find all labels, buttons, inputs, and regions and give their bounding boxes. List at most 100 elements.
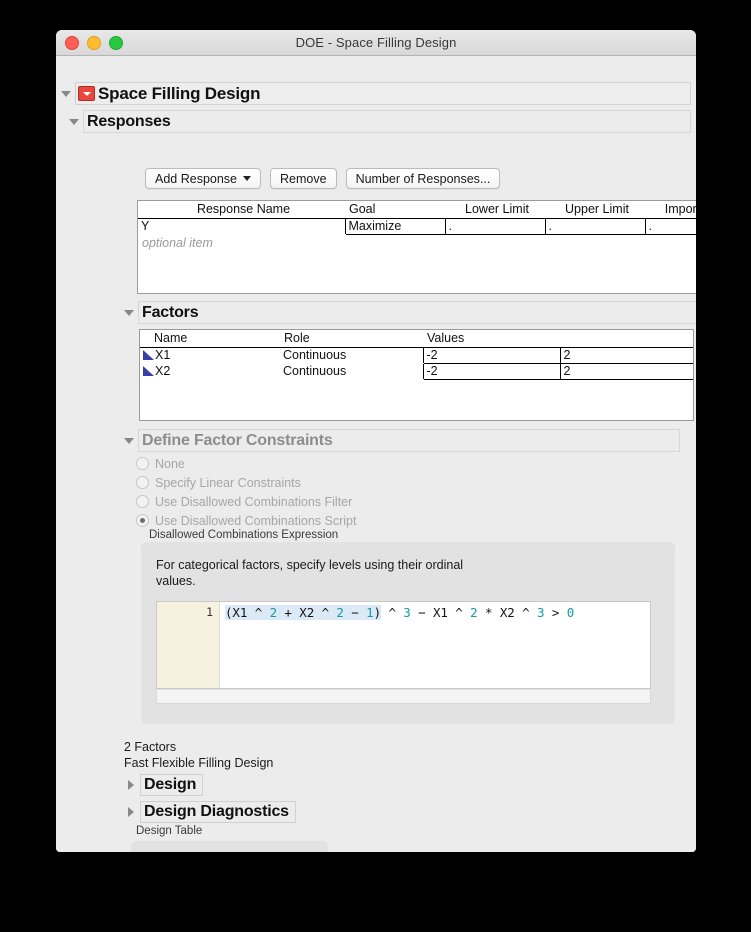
col-factor-name[interactable]: Name [140, 330, 280, 348]
radio-option-none[interactable]: None [136, 454, 356, 473]
responses-disclosure-icon[interactable] [69, 118, 79, 125]
radio-option-disallowed-filter[interactable]: Use Disallowed Combinations Filter [136, 492, 356, 511]
constraint-options-group: None Specify Linear Constraints Use Disa… [136, 454, 356, 530]
factors-title: Factors [142, 303, 199, 321]
factors-grid: Name Role Values X1 Continuous -2 2 X2 C… [140, 330, 693, 380]
factors-table[interactable]: Name Role Values X1 Continuous -2 2 X2 C… [139, 329, 694, 421]
add-response-button[interactable]: Add Response [145, 168, 262, 189]
response-importance-cell[interactable]: . [644, 218, 696, 235]
radio-option-linear-constraints[interactable]: Specify Linear Constraints [136, 473, 356, 492]
table-row[interactable]: Y Maximize . . . [138, 218, 696, 235]
code-token: 2 [262, 605, 285, 620]
design-table-group [131, 841, 328, 852]
remove-response-button[interactable]: Remove [270, 168, 337, 189]
radio-button-linear-constraints[interactable] [136, 476, 149, 489]
design-diagnostics-section-header[interactable]: Design Diagnostics [128, 801, 296, 823]
window-titlebar: DOE - Space Filling Design [56, 30, 696, 56]
minimize-button[interactable] [87, 36, 101, 50]
table-row[interactable]: X2 Continuous -2 2 [140, 363, 693, 380]
diagnostics-band[interactable]: Design Diagnostics [140, 801, 296, 823]
factor-name-cell-1[interactable]: X1 [140, 347, 280, 363]
factor-role-cell-1[interactable]: Continuous [280, 347, 423, 363]
number-of-responses-button[interactable]: Number of Responses... [345, 168, 501, 189]
continuous-factor-icon [143, 350, 154, 360]
code-token: * X2 ^ [477, 605, 537, 620]
zoom-button[interactable] [109, 36, 123, 50]
factor-name-cell-2[interactable]: X2 [140, 363, 280, 379]
code-token: (X1 [225, 605, 255, 620]
code-token: ) [373, 605, 382, 620]
line-number-gutter: 1 [157, 602, 220, 688]
factors-band: Factors [138, 301, 696, 324]
code-token: 0 [566, 605, 575, 620]
col-goal[interactable]: Goal [345, 201, 445, 219]
code-token: ^ [321, 605, 329, 620]
col-factor-values[interactable]: Values [423, 330, 693, 348]
design-band[interactable]: Design [140, 774, 204, 796]
radio-label-none: None [155, 456, 185, 471]
factors-header-row: Name Role Values [140, 330, 693, 348]
diagnostics-title: Design Diagnostics [144, 803, 289, 820]
window-controls [65, 36, 123, 50]
number-of-responses-label: Number of Responses... [355, 171, 491, 186]
radio-option-disallowed-script[interactable]: Use Disallowed Combinations Script [136, 511, 356, 530]
expression-code-line[interactable]: (X1 ^ 2 + X2 ^ 2 − 1) ^ 3 − X1 ^ 2 * X2 … [220, 602, 650, 688]
code-token: 2 [470, 605, 478, 620]
factor-low-cell-1[interactable]: -2 [422, 347, 560, 364]
code-token: ^ [381, 605, 404, 620]
col-response-name[interactable]: Response Name [138, 201, 345, 219]
factor-name-label-2: X2 [155, 364, 171, 378]
design-disclosure-icon[interactable] [128, 780, 134, 790]
table-row[interactable]: X1 Continuous -2 2 [140, 347, 693, 364]
radio-button-disallowed-filter[interactable] [136, 495, 149, 508]
factor-high-cell-2[interactable]: 2 [559, 363, 693, 380]
factor-high-cell-1[interactable]: 2 [559, 347, 693, 364]
factor-role-cell-2[interactable]: Continuous [280, 363, 423, 379]
page-title: Space Filling Design [98, 83, 261, 103]
constraints-band: Define Factor Constraints [138, 429, 680, 452]
window-title: DOE - Space Filling Design [295, 35, 457, 50]
design-title: Design [144, 776, 197, 793]
factors-disclosure-icon[interactable] [124, 309, 134, 316]
define-factor-constraints-header: Define Factor Constraints [124, 429, 680, 452]
factors-section-header: Factors [124, 301, 696, 324]
red-popup-menu-icon[interactable] [78, 86, 95, 101]
col-upper-limit[interactable]: Upper Limit [545, 201, 645, 219]
responses-band: Responses [83, 110, 691, 133]
design-section-header[interactable]: Design [128, 774, 204, 796]
factor-name-label-1: X1 [155, 348, 171, 362]
editor-horizontal-scrollbar[interactable] [156, 690, 651, 704]
space-filling-design-band: Space Filling Design [75, 82, 691, 105]
script-editor[interactable]: 1 (X1 ^ 2 + X2 ^ 2 − 1) ^ 3 − X1 ^ 2 * X… [156, 601, 651, 689]
optional-item-row[interactable]: optional item [138, 234, 696, 251]
code-token: 2 [329, 605, 352, 620]
response-name-cell[interactable]: Y [138, 218, 345, 234]
add-response-label: Add Response [155, 171, 238, 186]
close-button[interactable] [65, 36, 79, 50]
disclosure-triangle-open-icon[interactable] [61, 90, 71, 97]
radio-button-disallowed-script[interactable] [136, 514, 149, 527]
remove-label: Remove [280, 171, 327, 186]
constraints-title: Define Factor Constraints [142, 431, 333, 449]
diagnostics-disclosure-icon[interactable] [128, 807, 134, 817]
response-goal-cell[interactable]: Maximize [344, 218, 445, 235]
code-token: 3 [403, 605, 411, 620]
code-token: − [351, 605, 367, 620]
response-lower-cell[interactable]: . [444, 218, 545, 235]
code-token: > [544, 605, 567, 620]
response-upper-cell[interactable]: . [544, 218, 645, 235]
constraints-disclosure-icon[interactable] [124, 437, 134, 444]
chevron-down-icon [243, 176, 252, 181]
code-token: − X1 ^ [410, 605, 471, 620]
code-token: + X2 [284, 605, 322, 620]
responses-table[interactable]: Response Name Goal Lower Limit Upper Lim… [137, 200, 696, 294]
radio-label-disallowed-script: Use Disallowed Combinations Script [155, 513, 357, 528]
radio-button-none[interactable] [136, 457, 149, 470]
factor-low-cell-2[interactable]: -2 [422, 363, 560, 380]
col-factor-role[interactable]: Role [280, 330, 423, 348]
col-importance[interactable]: Importance [645, 201, 696, 219]
col-lower-limit[interactable]: Lower Limit [445, 201, 545, 219]
radio-label-disallowed-filter: Use Disallowed Combinations Filter [155, 494, 353, 509]
continuous-factor-icon [143, 366, 154, 376]
optional-item-label: optional item [142, 235, 213, 250]
